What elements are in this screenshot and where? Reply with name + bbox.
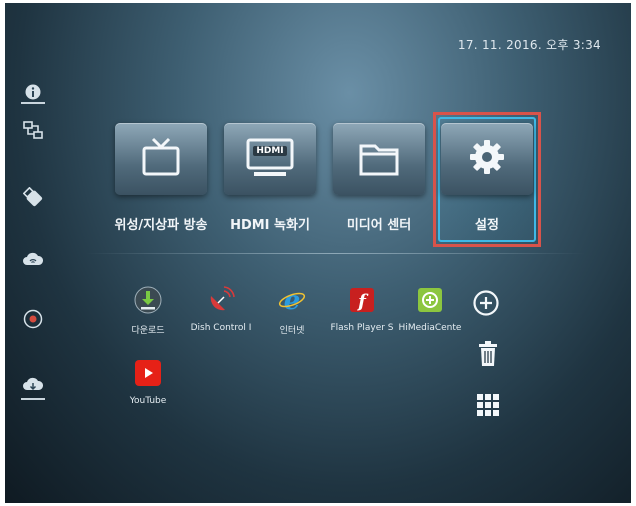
network-icon[interactable]	[21, 119, 45, 143]
folder-icon	[356, 136, 402, 182]
satellite-dish-icon	[206, 285, 236, 315]
app-himedia-center[interactable]: HiMediaCente	[390, 285, 470, 333]
app-label: HiMediaCente	[398, 323, 462, 333]
app-grid-icon[interactable]	[474, 391, 502, 419]
app-dish-control[interactable]: Dish Control I	[181, 285, 261, 333]
tile-label-hdmi: HDMI 녹화기	[230, 218, 310, 233]
home-screen: 17. 11. 2016. 오후 3:34 HDMI 위성/지상파 방송 HDM…	[5, 3, 631, 503]
cloud-wifi-icon[interactable]	[21, 247, 45, 271]
app-label: 다운로드	[131, 326, 165, 336]
tile-label-media: 미디어 센터	[346, 218, 412, 233]
sidebar	[5, 3, 65, 503]
app-youtube[interactable]: YouTube	[108, 358, 188, 406]
app-label: 인터넷	[279, 326, 305, 336]
cloud-download-icon[interactable]	[21, 373, 45, 397]
tile-hdmi-recorder[interactable]: HDMI	[224, 123, 316, 195]
himedia-center-icon	[415, 285, 445, 315]
tile-media-center[interactable]	[333, 123, 425, 195]
app-download[interactable]: 다운로드	[108, 285, 188, 336]
app-label: Dish Control I	[190, 323, 252, 333]
svg-text:e: e	[284, 286, 301, 314]
internet-explorer-icon: e	[277, 285, 307, 315]
tile-settings[interactable]	[441, 123, 533, 195]
tile-broadcast[interactable]	[115, 123, 207, 195]
section-divider	[85, 253, 585, 254]
add-icon[interactable]	[472, 289, 500, 317]
usb-icon[interactable]	[21, 185, 45, 209]
tile-label-settings: 설정	[475, 218, 499, 233]
sidebar-divider	[21, 102, 45, 104]
hdmi-badge: HDMI	[253, 146, 287, 156]
hdmi-monitor-icon: HDMI	[244, 137, 296, 181]
record-icon[interactable]	[21, 307, 45, 331]
status-datetime: 17. 11. 2016. 오후 3:34	[457, 38, 601, 52]
app-internet[interactable]: e 인터넷	[252, 285, 332, 336]
flash-player-icon: f	[347, 285, 377, 315]
app-label: YouTube	[129, 396, 167, 406]
youtube-icon	[133, 358, 163, 388]
sidebar-divider	[21, 398, 45, 400]
info-icon[interactable]	[21, 80, 45, 104]
tv-icon	[138, 134, 184, 184]
tile-label-broadcast: 위성/지상파 방송	[114, 218, 208, 233]
download-icon	[133, 285, 163, 315]
trash-icon[interactable]	[474, 340, 502, 368]
gear-icon	[467, 137, 507, 181]
